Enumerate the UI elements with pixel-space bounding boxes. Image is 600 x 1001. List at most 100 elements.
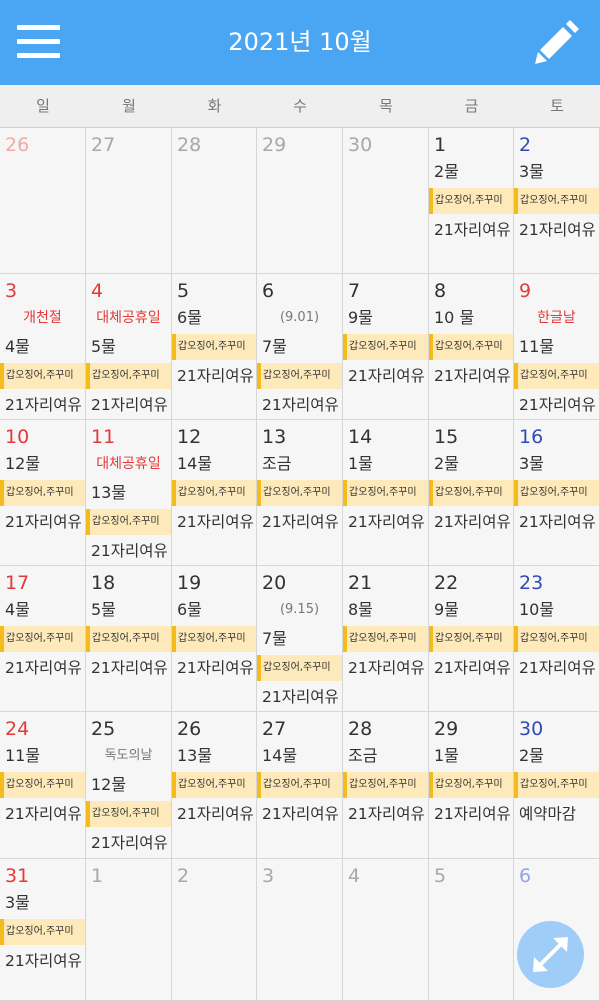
day-number: 2 [519,134,532,156]
pencil-edit-icon[interactable] [533,20,579,66]
availability-status: 21자리여유 [5,952,82,970]
day-number: 1 [91,865,104,887]
day-number: 10 [5,426,30,448]
availability-status: 21자리여유 [348,805,425,823]
species-badge: 갑오징어,주꾸미 [86,626,171,652]
day-cell[interactable]: 2 3물 갑오징어,주꾸미 21자리여유 [514,128,600,274]
tide-label: 14물 [177,454,213,473]
availability-status: 21자리여유 [348,513,425,531]
day-cell[interactable]: 15 2물 갑오징어,주꾸미 21자리여유 [429,420,514,566]
day-cell[interactable]: 16 3물 갑오징어,주꾸미 21자리여유 [514,420,600,566]
day-cell[interactable]: 8 10 물 갑오징어,주꾸미 21자리여유 [429,274,514,420]
day-number: 9 [519,280,532,302]
day-cell[interactable]: 26 [0,128,86,274]
day-cell[interactable]: 2 [172,859,257,1001]
day-cell[interactable]: 20 (9.15) 7물 갑오징어,주꾸미 21자리여유 [257,566,343,712]
day-cell[interactable]: 29 1물 갑오징어,주꾸미 21자리여유 [429,712,514,859]
species-badge: 갑오징어,주꾸미 [172,480,256,506]
availability-status: 21자리여유 [262,396,339,414]
day-cell[interactable]: 28 [172,128,257,274]
availability-status: 21자리여유 [177,659,254,677]
day-cell[interactable]: 27 [86,128,172,274]
day-cell[interactable]: 10 12물 갑오징어,주꾸미 21자리여유 [0,420,86,566]
day-number: 23 [519,572,544,594]
day-cell[interactable]: 19 6물갑오징어,주꾸미 21자리여유 [172,566,257,712]
species-badge: 갑오징어,주꾸미 [257,363,342,389]
expand-fab-button[interactable] [517,921,584,988]
day-number: 16 [519,426,544,448]
species-badge: 갑오징어,주꾸미 [86,509,171,535]
day-cell[interactable]: 1 2물 갑오징어,주꾸미 21자리여유 [429,128,514,274]
day-cell[interactable]: 9 한글날 11물 갑오징어,주꾸미 21자리여유 [514,274,600,420]
availability-status: 21자리여유 [519,659,596,677]
availability-status: 21자리여유 [5,513,82,531]
weekday-label: 금 [464,97,479,115]
day-cell[interactable]: 6 (9.01) 7물 갑오징어,주꾸미 21자리여유 [257,274,343,420]
day-cell[interactable]: 5 6물 갑오징어,주꾸미 21자리여유 [172,274,257,420]
day-cell[interactable]: 7 9물 갑오징어,주꾸미 21자리여유 [343,274,429,420]
day-number: 24 [5,718,30,740]
day-number: 30 [348,134,373,156]
day-cell[interactable]: 21 8물 갑오징어,주꾸미 21자리여유 [343,566,429,712]
species-badge: 갑오징어,주꾸미 [0,480,85,506]
tide-label: 조금 [348,746,378,765]
day-number: 29 [262,134,287,156]
day-cell[interactable]: 13 조금 갑오징어,주꾸미 21자리여유 [257,420,343,566]
species-badge: 갑오징어,주꾸미 [429,334,513,360]
day-cell[interactable]: 26 13물 갑오징어,주꾸미 21자리여유 [172,712,257,859]
availability-status: 21자리여유 [434,367,511,385]
species-badge: 갑오징어,주꾸미 [172,334,256,360]
day-cell[interactable]: 22 9물 갑오징어,주꾸미 21자리여유 [429,566,514,712]
availability-status: 21자리여유 [434,221,511,239]
species-badge: 갑오징어,주꾸미 [429,626,513,652]
day-cell[interactable]: 12 14물 갑오징어,주꾸미 21자리여유 [172,420,257,566]
species-badge: 갑오징어,주꾸미 [86,363,171,389]
species-badge: 갑오징어,주꾸미 [0,919,85,945]
day-cell[interactable]: 3 [257,859,343,1001]
species-badge: 갑오징어,주꾸미 [172,626,256,652]
day-number: 22 [434,572,459,594]
weekday-label: 화 [207,97,222,115]
day-cell[interactable]: 30 [343,128,429,274]
day-cell[interactable]: 25 독도의날 12물 갑오징어,주꾸미 21자리여유 [86,712,172,859]
species-badge: 갑오징어,주꾸미 [343,334,428,360]
day-cell[interactable]: 30 2물 갑오징어,주꾸미 예약마감 [514,712,600,859]
day-number: 6 [519,865,532,887]
day-number: 30 [519,718,544,740]
weekday-label: 토 [550,97,564,115]
species-badge: 갑오징어,주꾸미 [514,772,599,798]
species-badge: 갑오징어,주꾸미 [514,480,599,506]
tide-label: 4물 [5,600,30,619]
day-cell[interactable]: 1 [86,859,172,1001]
day-number: 20 [262,572,287,594]
day-number: 5 [434,865,447,887]
species-badge: 갑오징어,주꾸미 [0,363,85,389]
species-badge: 갑오징어,주꾸미 [0,626,85,652]
tide-label: 1물 [348,454,373,473]
weekday-header: 일월화수목금토 [0,85,600,128]
day-cell[interactable]: 4 대체공휴일 5물 갑오징어,주꾸미 21자리여유 [86,274,172,420]
day-cell[interactable]: 18 5물 갑오징어,주꾸미 21자리여유 [86,566,172,712]
day-cell[interactable]: 31 3물 갑오징어,주꾸미 21자리여유 [0,859,86,1001]
day-cell[interactable]: 4 [343,859,429,1001]
tide-label: 13물 [91,483,127,502]
day-cell[interactable]: 14 1물 갑오징어,주꾸미 21자리여유 [343,420,429,566]
menu-icon[interactable] [17,25,60,59]
availability-status: 21자리여유 [5,396,82,414]
day-cell[interactable]: 11 대체공휴일 13물 갑오징어,주꾸미 21자리여유 [86,420,172,566]
day-number: 17 [5,572,30,594]
weekday-label: 목 [379,97,393,115]
tide-label: 6물 [177,600,202,619]
day-cell[interactable]: 3 개천절 4물 갑오징어,주꾸미 21자리여유 [0,274,86,420]
day-cell[interactable]: 24 11물 갑오징어,주꾸미 21자리여유 [0,712,86,859]
day-cell[interactable]: 28 조금 갑오징어,주꾸미 21자리여유 [343,712,429,859]
day-number: 28 [177,134,202,156]
day-number: 19 [177,572,202,594]
day-cell[interactable]: 27 14물 갑오징어,주꾸미 21자리여유 [257,712,343,859]
day-cell[interactable]: 23 10물 갑오징어,주꾸미 21자리여유 [514,566,600,712]
availability-status: 21자리여유 [262,805,339,823]
day-cell[interactable]: 5 [429,859,514,1001]
day-cell[interactable]: 29 [257,128,343,274]
tide-label: 조금 [262,454,292,473]
day-cell[interactable]: 17 4물 갑오징어,주꾸미 21자리여유 [0,566,86,712]
